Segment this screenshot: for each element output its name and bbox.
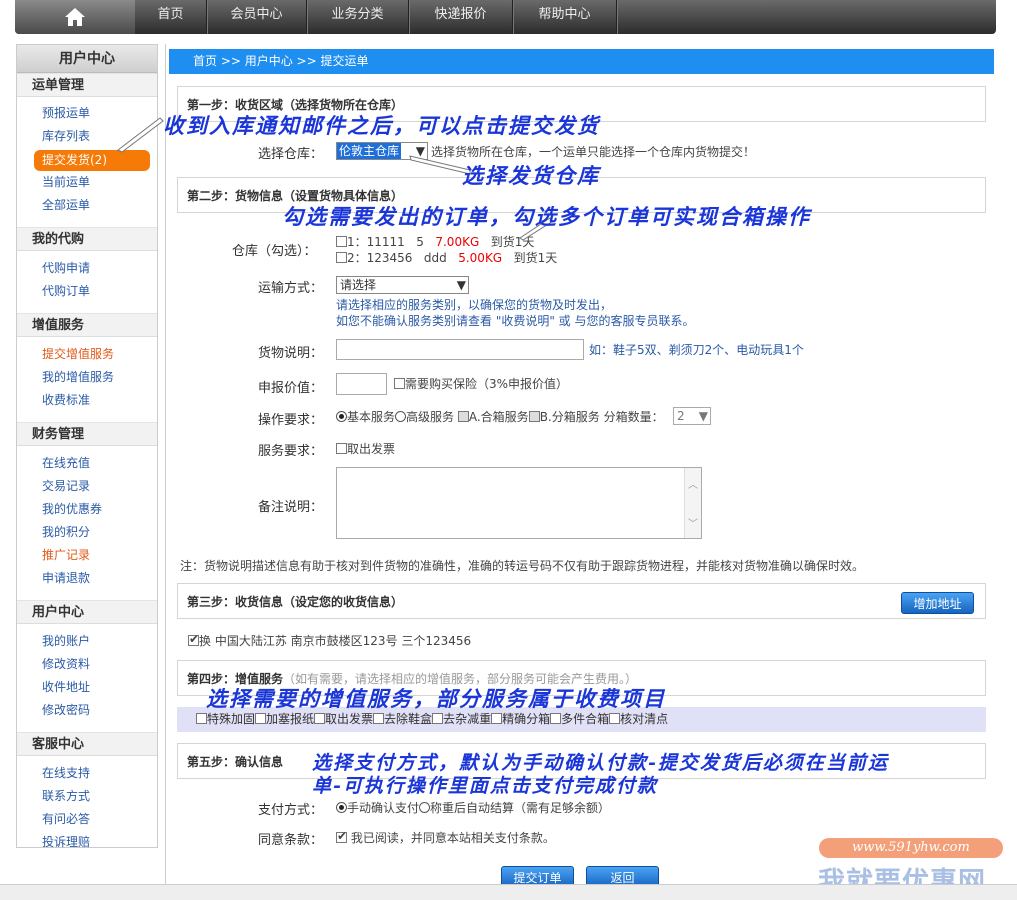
annotation-vas: 选择需要的增值服务，部分服务属于收费项目 xyxy=(206,686,666,711)
annotation-warehouse: 选择发货仓库 xyxy=(462,163,600,188)
watermark-url: www.591yhw.com xyxy=(819,838,1003,858)
annotation-arrow-1 xyxy=(117,117,164,153)
annotation-submit: 收到入库通知邮件之后，可以点击提交发货 xyxy=(163,113,600,138)
annotation-orders: 勾选需要发出的订单，勾选多个订单可实现合箱操作 xyxy=(282,204,811,229)
annotation-arrow-2 xyxy=(409,155,471,175)
page-bottom-bar xyxy=(0,884,1017,900)
annotation-payment-2: 单-可执行操作里面点击支付完成付款 xyxy=(312,775,658,797)
